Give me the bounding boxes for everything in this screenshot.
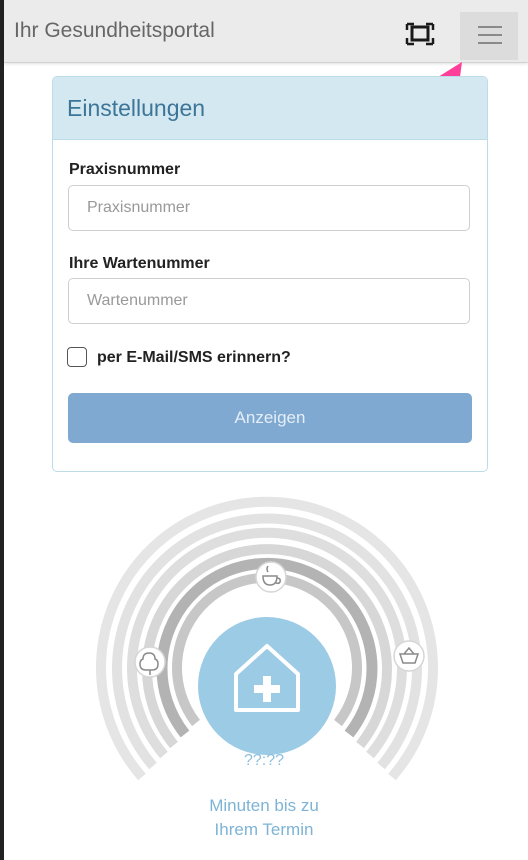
settings-title: Einstellungen <box>67 95 206 121</box>
hamburger-menu-icon <box>478 34 502 36</box>
wait-number-label: Ihre Wartenummer <box>69 255 210 272</box>
wait-caption-line2: Ihrem Termin <box>214 820 314 839</box>
remind-label[interactable]: per E-Mail/SMS erinnern? <box>97 349 291 367</box>
wait-time-value: ??:?? <box>243 752 285 769</box>
app-title: Ihr Gesundheitsportal <box>14 19 215 42</box>
show-button[interactable]: Anzeigen <box>68 393 472 443</box>
menu-button[interactable] <box>460 12 518 60</box>
top-bar: Ihr Gesundheitsportal <box>4 0 528 63</box>
practice-number-input[interactable] <box>68 185 470 231</box>
wait-caption-line1: Minuten bis zu <box>209 796 319 815</box>
tree-icon <box>134 646 166 678</box>
wait-number-input[interactable] <box>68 278 470 324</box>
settings-panel: Einstellungen Praxisnummer Ihre Wartenum… <box>52 76 488 472</box>
wait-caption: Minuten bis zu Ihrem Termin <box>0 794 528 842</box>
shopping-basket-icon <box>393 640 425 672</box>
remind-checkbox[interactable] <box>67 347 87 367</box>
hamburger-menu-icon <box>478 26 502 28</box>
coffee-cup-icon <box>255 561 287 593</box>
practice-number-label: Praxisnummer <box>69 161 181 178</box>
fullscreen-icon <box>405 22 435 46</box>
hamburger-menu-icon <box>478 42 502 44</box>
settings-panel-header: Einstellungen <box>53 77 487 140</box>
fullscreen-button[interactable] <box>402 19 438 49</box>
